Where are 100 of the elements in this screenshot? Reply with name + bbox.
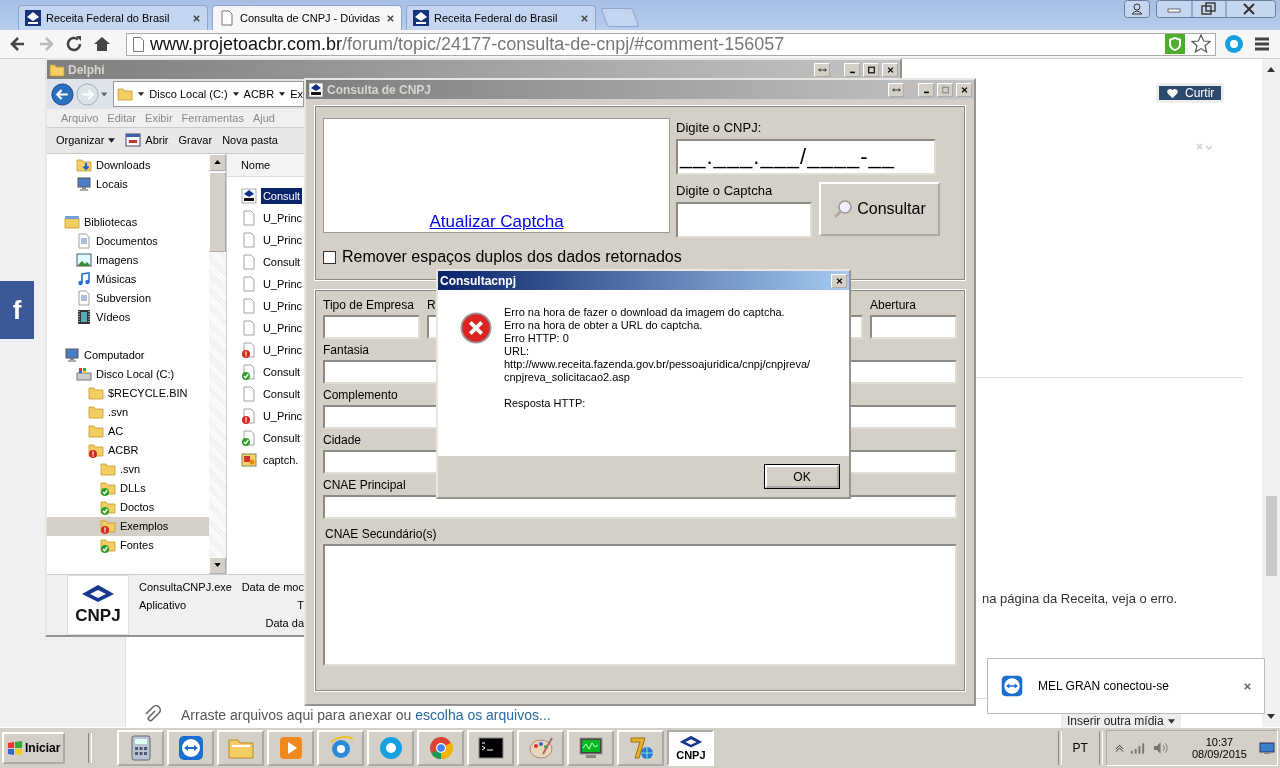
taskbar-button[interactable]: CNPJ bbox=[667, 730, 715, 766]
close-icon[interactable] bbox=[1243, 681, 1252, 691]
file-row[interactable]: U_Princ bbox=[240, 294, 304, 317]
checkbox[interactable]: Remover espaços duplos dos dados retornados bbox=[323, 248, 682, 266]
file-row[interactable]: Consult bbox=[240, 426, 304, 449]
tree-item[interactable]: Subversion bbox=[47, 288, 209, 308]
window-controls-icon[interactable] bbox=[1156, 0, 1276, 18]
caret-icon[interactable] bbox=[279, 92, 286, 97]
post-text: na página da Receita, veja o erro. bbox=[982, 591, 1178, 606]
back-button[interactable] bbox=[51, 81, 74, 107]
star-icon[interactable] bbox=[1191, 34, 1211, 54]
file-row[interactable]: captch. bbox=[240, 448, 304, 471]
scrollbar[interactable] bbox=[1262, 59, 1280, 727]
file-row[interactable]: U_Princ bbox=[240, 272, 304, 295]
tree-item[interactable]: Computador bbox=[47, 345, 209, 365]
like-button[interactable]: Curtir bbox=[1156, 83, 1225, 103]
file-row[interactable]: U_Princ bbox=[240, 316, 304, 339]
shield-icon[interactable] bbox=[1165, 34, 1185, 54]
error-icon bbox=[460, 312, 492, 344]
breadcrumb-item[interactable]: Ex bbox=[290, 88, 303, 101]
facebook-button[interactable]: f bbox=[0, 281, 34, 339]
file-row[interactable]: U_Princ bbox=[240, 404, 304, 427]
profile-icon[interactable] bbox=[1124, 0, 1150, 18]
scroll-down-icon[interactable] bbox=[1267, 714, 1275, 719]
tree-item[interactable]: Bibliotecas bbox=[47, 212, 209, 232]
file-row[interactable]: U_Princ bbox=[240, 228, 304, 251]
start-button[interactable]: Iniciar bbox=[2, 732, 66, 764]
close-icon[interactable] bbox=[386, 13, 395, 23]
tree-item[interactable]: .svn bbox=[47, 459, 209, 479]
clock-date[interactable]: 08/09/2015 bbox=[1191, 748, 1247, 760]
close-icon[interactable] bbox=[192, 13, 201, 23]
chevron-up-icon[interactable] bbox=[1114, 743, 1124, 753]
tree-item[interactable]: AC bbox=[47, 421, 209, 441]
choose-files-link[interactable]: escolha os arquivos... bbox=[415, 707, 551, 723]
field-label: Complemento bbox=[323, 388, 398, 402]
input-field[interactable] bbox=[323, 315, 420, 339]
home-icon[interactable] bbox=[92, 34, 112, 54]
monitor-icon[interactable] bbox=[1259, 742, 1275, 754]
file-row[interactable]: Consult bbox=[240, 382, 304, 405]
taskbar-button[interactable] bbox=[567, 730, 615, 766]
address-bar[interactable]: www.projetoacbr.com.br/forum/topic/24177-consulta-de-cnpj/#comment-156057 bbox=[126, 32, 1216, 56]
ok-button[interactable]: OK bbox=[765, 465, 839, 488]
search-button[interactable]: Consultar bbox=[819, 182, 940, 236]
file-icon bbox=[240, 231, 257, 248]
captcha-input-field[interactable] bbox=[676, 202, 812, 238]
attach-instructions: Arraste arquivos aqui para anexar ou escolha os arquivos... bbox=[181, 707, 551, 723]
refresh-captcha-link[interactable]: Atualizar Captcha bbox=[429, 212, 564, 232]
command-button[interactable]: Abrir bbox=[120, 130, 174, 151]
organize-menu-button[interactable]: Organizar bbox=[51, 132, 121, 149]
tree-item[interactable]: Vídeos bbox=[47, 307, 209, 327]
tree-item[interactable]: Exemplos bbox=[47, 516, 209, 536]
scrollbar-thumb[interactable] bbox=[1265, 496, 1277, 576]
tree-item[interactable]: Disco Local (C:) bbox=[47, 364, 209, 384]
scrollbar-thumb[interactable] bbox=[208, 171, 226, 252]
browser-tab[interactable]: Consulta de CNPJ - Dúvidas bbox=[212, 5, 402, 30]
browser-tab[interactable]: Receita Federal do Brasil bbox=[406, 5, 596, 30]
tree-item[interactable]: .svn bbox=[47, 402, 209, 422]
tree-item[interactable]: Fontes bbox=[47, 535, 209, 555]
close-icon[interactable] bbox=[580, 13, 589, 23]
command-button[interactable]: Nova pasta bbox=[217, 132, 283, 149]
file-row[interactable]: Consult bbox=[240, 250, 304, 273]
language-indicator[interactable]: PT bbox=[1064, 741, 1096, 755]
caret-icon[interactable] bbox=[232, 92, 239, 97]
tree-item[interactable]: Downloads bbox=[47, 155, 209, 175]
taskbar-button[interactable] bbox=[117, 730, 165, 766]
message-line: Erro na hora de fazer o download da imagem do captcha. bbox=[504, 306, 786, 319]
file-row[interactable]: U_Princ bbox=[240, 338, 304, 361]
browser-tab[interactable]: Receita Federal do Brasil bbox=[18, 5, 208, 30]
double-arrow-icon bbox=[817, 65, 827, 74]
logo-text: CNPJ bbox=[676, 749, 706, 761]
file-row[interactable]: Consult bbox=[240, 360, 304, 383]
app-logo: CNPJ bbox=[67, 574, 129, 635]
cnpj-input-field[interactable]: __.___.___/____-__ bbox=[676, 139, 936, 175]
tree-item[interactable]: DLLs bbox=[47, 478, 209, 498]
taskbar-button[interactable] bbox=[467, 730, 515, 766]
tree-item[interactable]: $RECYCLE.BIN bbox=[47, 383, 209, 403]
command-button[interactable]: Gravar bbox=[173, 132, 218, 149]
scrollbar[interactable] bbox=[208, 153, 226, 574]
scroll-down-button[interactable] bbox=[208, 556, 226, 574]
file-row[interactable]: U_Princ bbox=[240, 206, 304, 229]
close-button[interactable] bbox=[831, 273, 847, 288]
breadcrumb-bar[interactable]: Disco Local (C:) ACBR Ex bbox=[113, 81, 304, 108]
clock-time[interactable]: 10:37 bbox=[1205, 736, 1234, 748]
signal-icon[interactable] bbox=[1129, 741, 1147, 755]
input-field[interactable] bbox=[870, 315, 957, 339]
reload-icon[interactable] bbox=[64, 34, 84, 54]
breadcrumb-item[interactable]: Disco Local (C:) bbox=[149, 88, 228, 101]
file-row[interactable]: Consult bbox=[240, 184, 304, 207]
caret-icon bbox=[1167, 718, 1175, 724]
tree-item[interactable]: Locais bbox=[47, 174, 209, 194]
scroll-up-icon[interactable] bbox=[1267, 67, 1275, 72]
tree-item[interactable]: ACBR bbox=[47, 440, 209, 460]
insert-media-button[interactable]: Inserir outra mídia bbox=[1061, 714, 1181, 728]
speaker-icon[interactable] bbox=[1152, 741, 1170, 755]
breadcrumb-item[interactable]: ACBR bbox=[243, 88, 275, 101]
tree-item[interactable]: Músicas bbox=[47, 269, 209, 289]
tree-item[interactable]: Documentos bbox=[47, 231, 209, 251]
tree-item[interactable]: Imagens bbox=[47, 250, 209, 270]
tree-item[interactable]: Doctos bbox=[47, 497, 209, 517]
caret-icon[interactable] bbox=[138, 92, 145, 97]
